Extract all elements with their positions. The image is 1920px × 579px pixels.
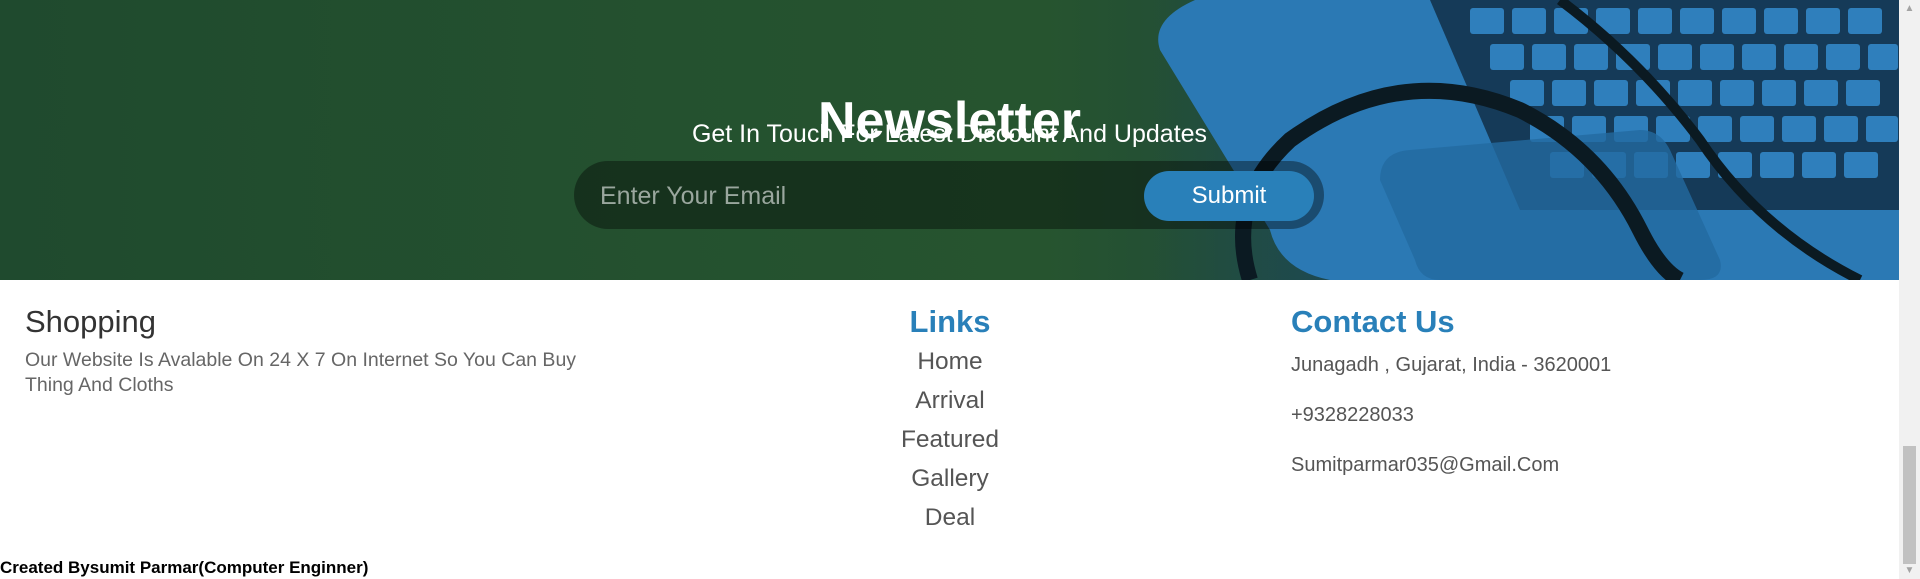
links-section: Links Home Arrival Featured Gallery Deal — [850, 302, 1050, 537]
links-list: Home Arrival Featured Gallery Deal — [850, 342, 1050, 537]
submit-button[interactable]: Submit — [1144, 171, 1314, 221]
shopping-description: Our Website Is Avalable On 24 X 7 On Int… — [25, 349, 577, 396]
link-featured[interactable]: Featured — [901, 426, 999, 453]
scroll-up-icon[interactable]: ▲ — [1899, 0, 1920, 17]
link-gallery[interactable]: Gallery — [911, 465, 989, 492]
shopping-title: Shopping — [25, 304, 157, 339]
newsletter-banner: Newsletter Get In Touch For Latest Disco… — [0, 0, 1899, 280]
vertical-scrollbar[interactable]: ▲ ▼ — [1899, 0, 1920, 579]
list-item: Featured — [850, 420, 1050, 459]
contact-phone: +9328228033 — [1291, 404, 1414, 426]
link-home[interactable]: Home — [917, 348, 982, 375]
list-item: Arrival — [850, 381, 1050, 420]
contact-title: Contact Us — [1291, 304, 1455, 339]
link-deal[interactable]: Deal — [925, 504, 975, 531]
newsletter-subtitle: Get In Touch For Latest Discount And Upd… — [691, 120, 1208, 148]
list-item: Home — [850, 342, 1050, 381]
scroll-down-icon[interactable]: ▼ — [1899, 562, 1920, 579]
email-input[interactable] — [598, 171, 1102, 221]
newsletter-form: Submit — [574, 161, 1324, 229]
shopping-section: Shopping Our Website Is Avalable On 24 X… — [25, 302, 605, 398]
contact-section: Contact Us Junagadh , Gujarat, India - 3… — [1291, 302, 1851, 478]
list-item: Deal — [850, 498, 1050, 537]
contact-address: Junagadh , Gujarat, India - 3620001 — [1291, 354, 1612, 376]
scrollbar-thumb[interactable] — [1903, 446, 1916, 564]
credit-text: Created Bysumit Parmar(Computer Enginner… — [0, 558, 369, 577]
list-item: Gallery — [850, 459, 1050, 498]
contact-email: Sumitparmar035@Gmail.Com — [1291, 454, 1560, 476]
links-title: Links — [909, 304, 991, 339]
footer: Shopping Our Website Is Avalable On 24 X… — [0, 280, 1899, 550]
link-arrival[interactable]: Arrival — [915, 387, 984, 414]
